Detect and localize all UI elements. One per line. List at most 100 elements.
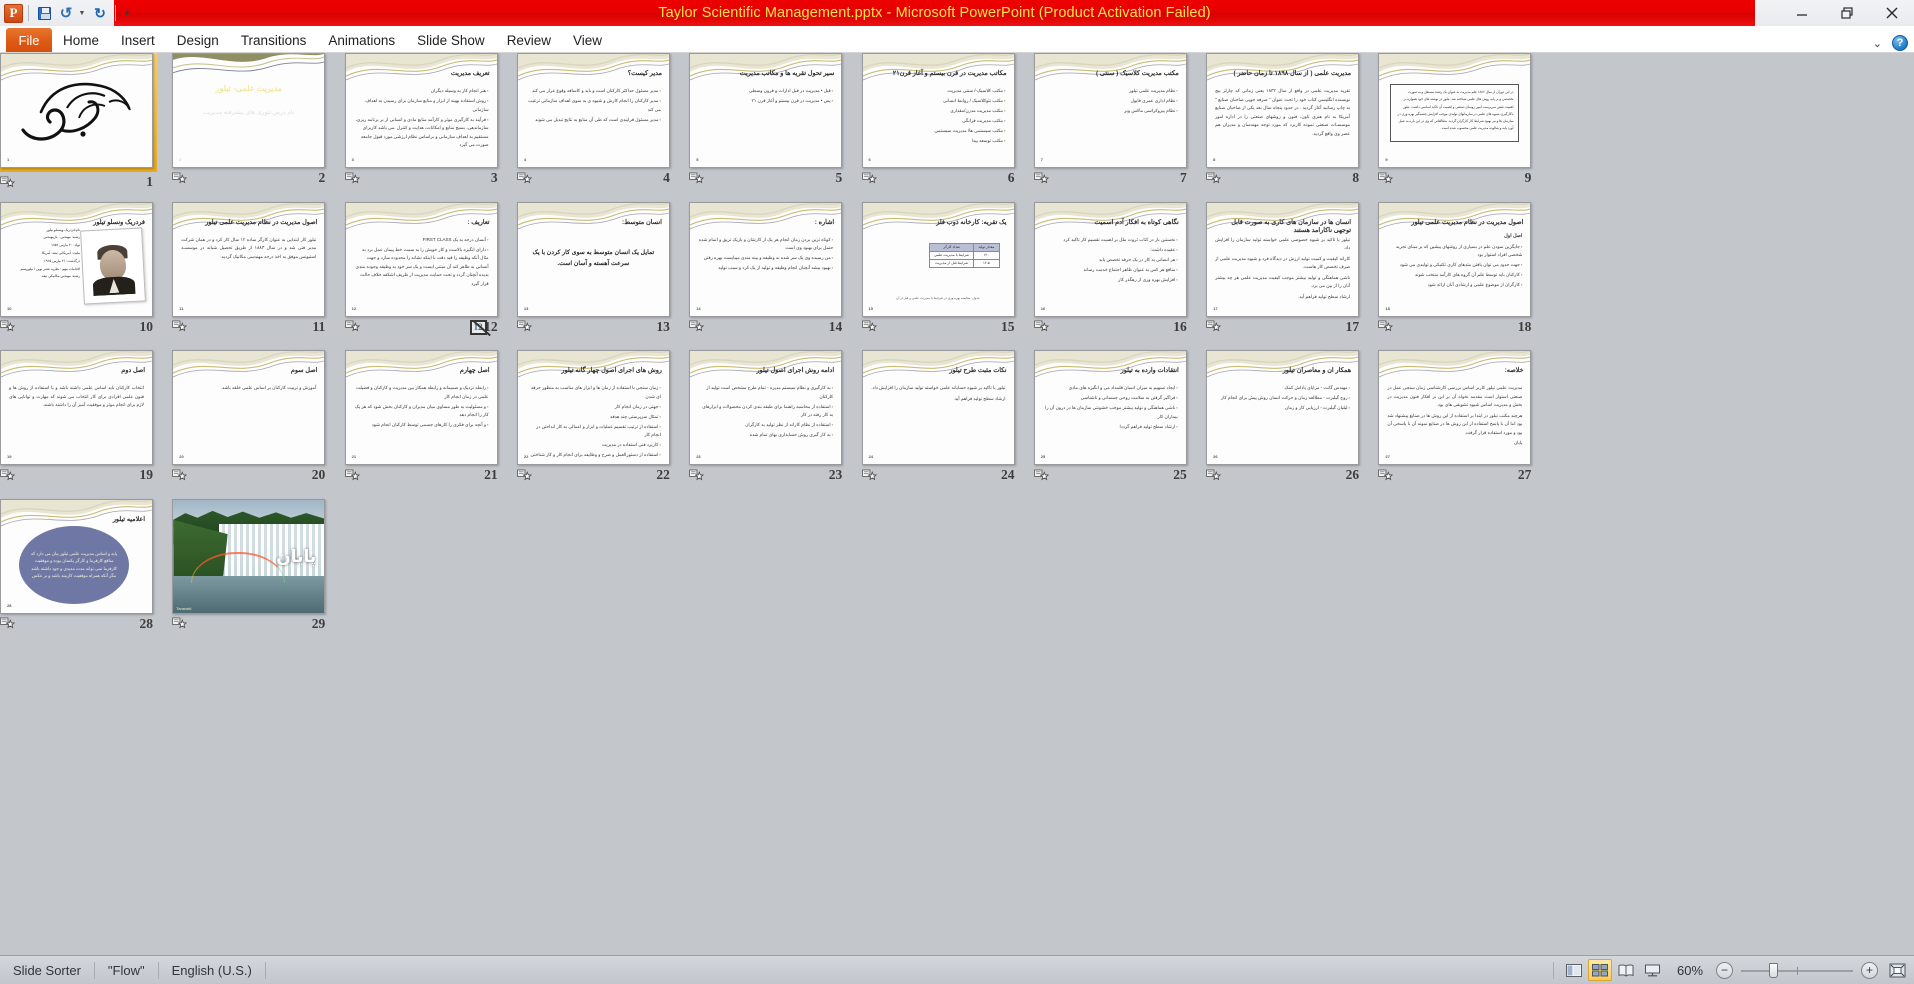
slide-canvas[interactable]: مکاتب مدیریت در قرن بیستم و آغاز قرن۲۱ مک… — [861, 53, 1015, 168]
slide-canvas[interactable]: مکتب مدیریت کلاسیک ( سنتی ) نظام مدیریت ع… — [1033, 53, 1187, 168]
customize-qat-button[interactable]: ▾ — [121, 3, 133, 23]
slide-canvas[interactable]: اشاره : کوتاه ترین بردن زمان انجام هر یک … — [689, 201, 843, 317]
slide-thumbnail[interactable]: پایان Taranaki — [172, 498, 326, 614]
slide-canvas[interactable]: مدیر کیست؟ مدیر مسئول حداکثر کارکنان است … — [516, 53, 670, 168]
transition-star-icon[interactable] — [1378, 172, 1394, 185]
slide-canvas[interactable]: اصل دوم انتخاب کارکنان باید اساس علمی داش… — [0, 350, 153, 465]
restore-button[interactable] — [1824, 0, 1869, 26]
slide-canvas[interactable]: مدیریت علمی- تیلور نام درس:تئوری های پیش… — [172, 53, 326, 168]
zoom-percentage[interactable]: 60% — [1666, 963, 1714, 978]
zoom-out-button[interactable]: − — [1716, 961, 1733, 979]
transition-star-icon[interactable] — [344, 469, 360, 482]
zoom-slider-handle[interactable] — [1769, 962, 1778, 978]
slide-canvas[interactable]: تعریف مدیریت هنر انجام کار به وسیله دیگرا… — [344, 53, 498, 168]
slide-thumbnail[interactable]: همکار ان و معاصران تیلور مهندس گانت - مزا… — [1206, 350, 1360, 465]
slide-cell[interactable]: پایان Taranaki 29 — [172, 498, 338, 632]
slide-canvas[interactable]: مدیریت علمی ( از سال ۱۸۹۸ تا زمان حاضر )… — [1206, 53, 1360, 168]
slide-thumbnail[interactable]: مکتب مدیریت کلاسیک ( سنتی ) نظام مدیریت ع… — [1033, 53, 1187, 168]
slide-canvas[interactable]: در این دوران از سال ۱۸۸۶ علم مدیریت به ع… — [1378, 53, 1532, 168]
undo-button[interactable]: ↺ — [56, 3, 76, 23]
tab-slide-show[interactable]: Slide Show — [406, 28, 496, 53]
slide-thumbnail[interactable]: سیر تحول تقریه ها و مکاتب مدیریت قبل • مد… — [689, 53, 843, 168]
slide-thumbnail[interactable]: مدیریت علمی ( از سال ۱۸۹۸ تا زمان حاضر )… — [1206, 53, 1360, 168]
slide-cell[interactable]: همکار ان و معاصران تیلور مهندس گانت - مزا… — [1206, 350, 1372, 483]
transition-star-icon[interactable] — [689, 320, 705, 333]
slide-cell[interactable]: انتقادات وارده به تیلور ایجاد تسهیم به می… — [1033, 350, 1200, 483]
slide-canvas[interactable]: نگاهی کوتاه به افکار آدم اسمیت نخستین بار… — [1033, 201, 1187, 317]
slide-show-button[interactable] — [1640, 959, 1664, 981]
slide-canvas[interactable]: اعلامیه تیلور پایه و اساس مدیریت علمی تی… — [0, 498, 153, 614]
slide-canvas[interactable]: پایان Taranaki — [172, 498, 326, 614]
slide-cell[interactable]: تعاریف : آنسان درجه به یک FIRST CLASSدارا… — [344, 201, 511, 335]
slide-cell[interactable]: روش های اجرای اصول چهار گانه تیلور زمان س… — [516, 350, 683, 483]
slide-canvas[interactable]: اصل چهارم رابطه نزدیک و صمیمانه و رابطه ه… — [344, 350, 498, 465]
slide-cell[interactable]: مدیریت علمی- تیلور نام درس:تئوری های پیش… — [172, 53, 338, 186]
transition-star-icon[interactable] — [1206, 172, 1222, 185]
slide-canvas[interactable]: روش های اجرای اصول چهار گانه تیلور زمان س… — [516, 350, 670, 465]
undo-dropdown[interactable]: ▼ — [78, 3, 88, 23]
slide-canvas[interactable]: اصل سوم آموزش و تربیت کارکنان بر اساس علم… — [172, 350, 326, 465]
transition-star-icon[interactable] — [517, 469, 532, 482]
slide-thumbnail[interactable]: تعاریف : آنسان درجه به یک FIRST CLASSدارا… — [344, 201, 498, 317]
save-button[interactable] — [34, 3, 54, 23]
tab-transitions[interactable]: Transitions — [230, 28, 318, 53]
slide-thumbnail[interactable]: اصل دوم انتخاب کارکنان باید اساس علمی داش… — [0, 350, 153, 465]
slide-canvas[interactable]: 1 — [0, 53, 153, 168]
slide-cell[interactable]: اصل سوم آموزش و تربیت کارکنان بر اساس علم… — [172, 350, 338, 483]
slide-canvas[interactable]: انسان ها در سازمان های کاری به صورت قابل… — [1206, 201, 1360, 317]
slide-cell[interactable]: انسان ها در سازمان های کاری به صورت قابل… — [1206, 201, 1372, 335]
transition-star-icon[interactable] — [1033, 320, 1049, 333]
slide-thumbnail[interactable]: ادامه روش اجرای اصول تیلور به کارگیری و ن… — [689, 350, 843, 465]
slide-thumbnail[interactable]: اصل سوم آموزش و تربیت کارکنان بر اساس علم… — [172, 350, 326, 465]
slide-thumbnail[interactable]: اصول مدیریت در نظام مدیریت علمی تیلور تیل… — [172, 201, 326, 317]
transition-star-icon[interactable] — [172, 172, 188, 185]
slide-cell[interactable]: اصل چهارم رابطه نزدیک و صمیمانه و رابطه ه… — [344, 350, 511, 483]
transition-star-icon[interactable] — [517, 320, 532, 333]
slide-cell[interactable]: نکات مثبت طرح تیلور تیلور با تاکید بر شیو… — [861, 350, 1028, 483]
slide-thumbnail[interactable]: اعلامیه تیلور پایه و اساس مدیریت علمی تی… — [0, 498, 153, 614]
tab-insert[interactable]: Insert — [110, 28, 166, 53]
slide-cell[interactable]: یک تقریه: کارخانه ذوب فلز مقدار تولید تعد… — [861, 201, 1028, 335]
transition-star-icon[interactable] — [0, 176, 15, 189]
collapse-ribbon-icon[interactable]: ⌄ — [1873, 37, 1882, 50]
slide-thumbnail[interactable]: مدیر کیست؟ مدیر مسئول حداکثر کارکنان است … — [516, 53, 670, 168]
slide-thumbnail[interactable]: اشاره : کوتاه ترین بردن زمان انجام هر یک … — [689, 201, 843, 317]
minimize-button[interactable] — [1779, 0, 1824, 26]
transition-star-icon[interactable] — [861, 172, 877, 185]
slide-cell[interactable]: خلاصه: مدیریت علمی تیلور کاربر اساس بررسی… — [1378, 350, 1544, 483]
slide-canvas[interactable]: سیر تحول تقریه ها و مکاتب مدیریت قبل • مد… — [689, 53, 843, 168]
slide-canvas[interactable]: یک تقریه: کارخانه ذوب فلز مقدار تولید تعد… — [861, 201, 1015, 317]
fit-to-window-button[interactable] — [1886, 960, 1908, 980]
slide-thumbnail[interactable]: روش های اجرای اصول چهار گانه تیلور زمان س… — [516, 350, 670, 465]
close-button[interactable] — [1869, 0, 1914, 26]
reading-view-button[interactable] — [1614, 959, 1638, 981]
slide-canvas[interactable]: تعاریف : آنسان درجه به یک FIRST CLASSدارا… — [344, 201, 498, 317]
slide-canvas[interactable]: همکار ان و معاصران تیلور مهندس گانت - مزا… — [1206, 350, 1360, 465]
slide-cell[interactable]: تعریف مدیریت هنر انجام کار به وسیله دیگرا… — [344, 53, 511, 186]
slide-thumbnail[interactable]: انسان متوسط: تمایل یک انسان متوسط به سوی … — [516, 201, 670, 317]
slide-thumbnail[interactable]: مدیریت علمی- تیلور نام درس:تئوری های پیش… — [172, 53, 326, 168]
transition-star-icon[interactable] — [172, 469, 188, 482]
transition-star-icon[interactable] — [172, 617, 188, 630]
transition-star-icon[interactable] — [689, 172, 705, 185]
tab-animations[interactable]: Animations — [317, 28, 406, 53]
status-theme-name[interactable]: "Flow" — [95, 960, 158, 980]
transition-star-icon[interactable] — [1206, 320, 1222, 333]
help-icon[interactable]: ? — [1892, 35, 1908, 51]
transition-star-icon[interactable] — [0, 320, 15, 333]
slide-cell[interactable]: مکاتب مدیریت در قرن بیستم و آغاز قرن۲۱ مک… — [861, 53, 1028, 186]
slide-canvas[interactable]: انسان متوسط: تمایل یک انسان متوسط به سوی … — [516, 201, 670, 317]
slide-thumbnail[interactable]: نکات مثبت طرح تیلور تیلور با تاکید بر شیو… — [861, 350, 1015, 465]
slide-cell[interactable]: مدیر کیست؟ مدیر مسئول حداکثر کارکنان است … — [516, 53, 683, 186]
tab-design[interactable]: Design — [166, 28, 230, 53]
transition-star-icon[interactable] — [517, 172, 532, 185]
slide-cell[interactable]: انسان متوسط: تمایل یک انسان متوسط به سوی … — [516, 201, 683, 335]
transition-star-icon[interactable] — [1033, 172, 1049, 185]
slide-sorter-workspace[interactable]: 1 1 مدیریت علمی- تیلور نام درس:تئوری های… — [0, 53, 1914, 955]
status-language[interactable]: English (U.S.) — [159, 960, 265, 980]
transition-star-icon[interactable] — [689, 469, 705, 482]
slide-thumbnail[interactable]: در این دوران از سال ۱۸۸۶ علم مدیریت به ع… — [1378, 53, 1532, 168]
slide-thumbnail[interactable]: خلاصه: مدیریت علمی تیلور کاربر اساس بررسی… — [1378, 350, 1532, 465]
slide-thumbnail[interactable]: مکاتب مدیریت در قرن بیستم و آغاز قرن۲۱ مک… — [861, 53, 1015, 168]
slide-cell[interactable]: نگاهی کوتاه به افکار آدم اسمیت نخستین بار… — [1033, 201, 1200, 335]
